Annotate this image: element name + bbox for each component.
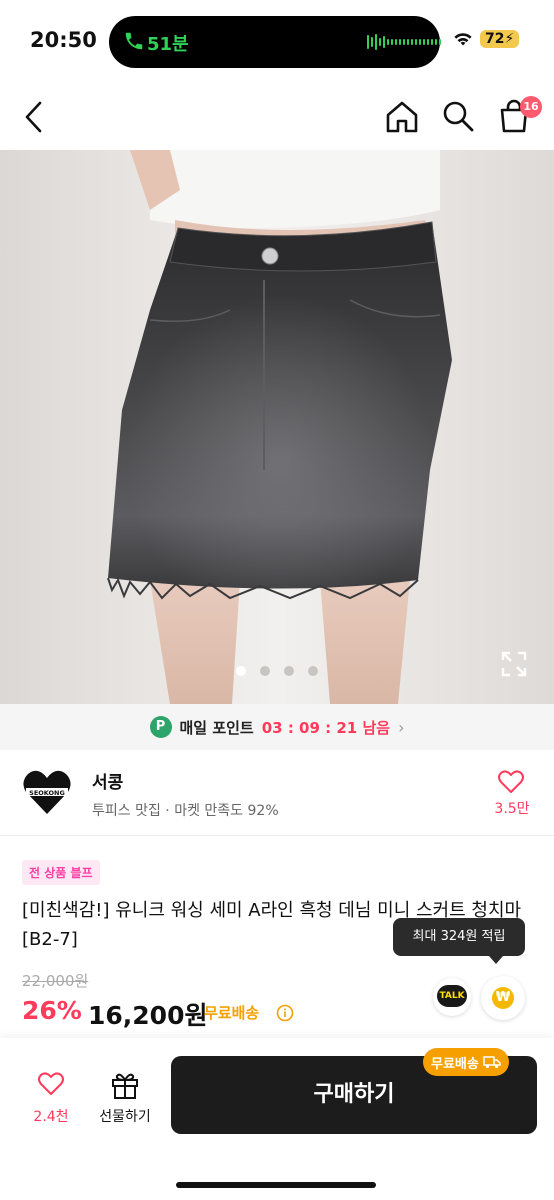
pagination-dot[interactable] <box>308 666 318 676</box>
heart-icon <box>38 1072 64 1095</box>
phone-icon <box>125 32 143 50</box>
home-icon[interactable] <box>384 100 420 134</box>
charging-icon: ⚡ <box>504 31 515 47</box>
kakao-talk-share-button[interactable]: TALK <box>433 978 471 1016</box>
back-icon[interactable] <box>22 100 46 134</box>
points-coin-button[interactable]: ₩ <box>481 976 525 1020</box>
search-icon[interactable] <box>440 98 476 134</box>
battery-level: 72 <box>485 31 505 47</box>
info-icon[interactable] <box>276 1004 294 1022</box>
product-photo <box>0 150 554 704</box>
truck-icon <box>483 1056 501 1069</box>
points-label: 매일 포인트 <box>179 718 254 737</box>
shop-like-count: 3.5만 <box>494 801 530 817</box>
gift-icon <box>112 1073 138 1099</box>
points-timer: 03 : 09 : 21 남음 <box>261 718 391 737</box>
gift-label: 선물하기 <box>99 1109 151 1125</box>
points-badge-icon: P <box>149 716 172 738</box>
points-tooltip: 최대 324원 적립 <box>393 918 525 964</box>
wifi-icon <box>454 33 472 46</box>
battery-indicator: 72⚡ <box>480 30 520 48</box>
chevron-right-icon: › <box>398 717 405 737</box>
top-navigation <box>0 80 554 150</box>
bottom-action-bar: 2.4천 선물하기 구매하기 무료배송 <box>0 1038 554 1200</box>
discount-rate: 26% <box>22 996 82 1025</box>
cart-count-badge: 16 <box>520 96 542 118</box>
promo-tag: 전 상품 블프 <box>22 860 100 885</box>
sale-price: 16,200원 <box>88 1001 208 1030</box>
image-pagination <box>0 666 554 676</box>
dynamic-island[interactable]: 51분 <box>109 16 441 68</box>
home-indicator[interactable] <box>176 1182 376 1188</box>
shop-name[interactable]: 서콩 <box>92 768 123 793</box>
daily-points-banner[interactable]: P 매일 포인트 03 : 09 : 21 남음 › <box>0 704 554 750</box>
free-shipping-badge-label: 무료배송 <box>431 1056 479 1072</box>
status-bar: 20:50 51분 72⚡ <box>0 0 554 80</box>
shop-info[interactable]: SEOKONG 서콩 투피스 맛집 · 마켓 만족도 92% 3.5만 <box>0 750 554 836</box>
original-price: 22,000원 <box>22 972 89 990</box>
shop-logo: SEOKONG <box>23 770 71 814</box>
audio-waveform-icon <box>367 34 441 50</box>
like-button[interactable]: 2.4천 <box>18 1072 84 1132</box>
like-count: 2.4천 <box>33 1109 69 1125</box>
free-shipping-badge: 무료배송 <box>423 1048 509 1076</box>
pagination-dot[interactable] <box>284 666 294 676</box>
shop-description: 투피스 맛집 · 마켓 만족도 92% <box>92 803 279 819</box>
pagination-dot-active[interactable] <box>236 666 246 676</box>
call-duration: 51분 <box>147 34 189 55</box>
status-time: 20:50 <box>30 28 97 52</box>
shop-logo-text: SEOKONG <box>29 789 65 797</box>
free-shipping-label: 무료배송 <box>204 1004 260 1022</box>
pagination-dot[interactable] <box>260 666 270 676</box>
expand-icon[interactable] <box>500 650 528 678</box>
status-indicators: 72⚡ <box>452 30 520 48</box>
gift-button[interactable]: 선물하기 <box>90 1070 160 1132</box>
heart-icon[interactable] <box>498 770 524 794</box>
won-coin-icon: ₩ <box>492 987 514 1009</box>
product-image[interactable] <box>0 150 554 704</box>
talk-icon: TALK <box>437 985 467 1007</box>
